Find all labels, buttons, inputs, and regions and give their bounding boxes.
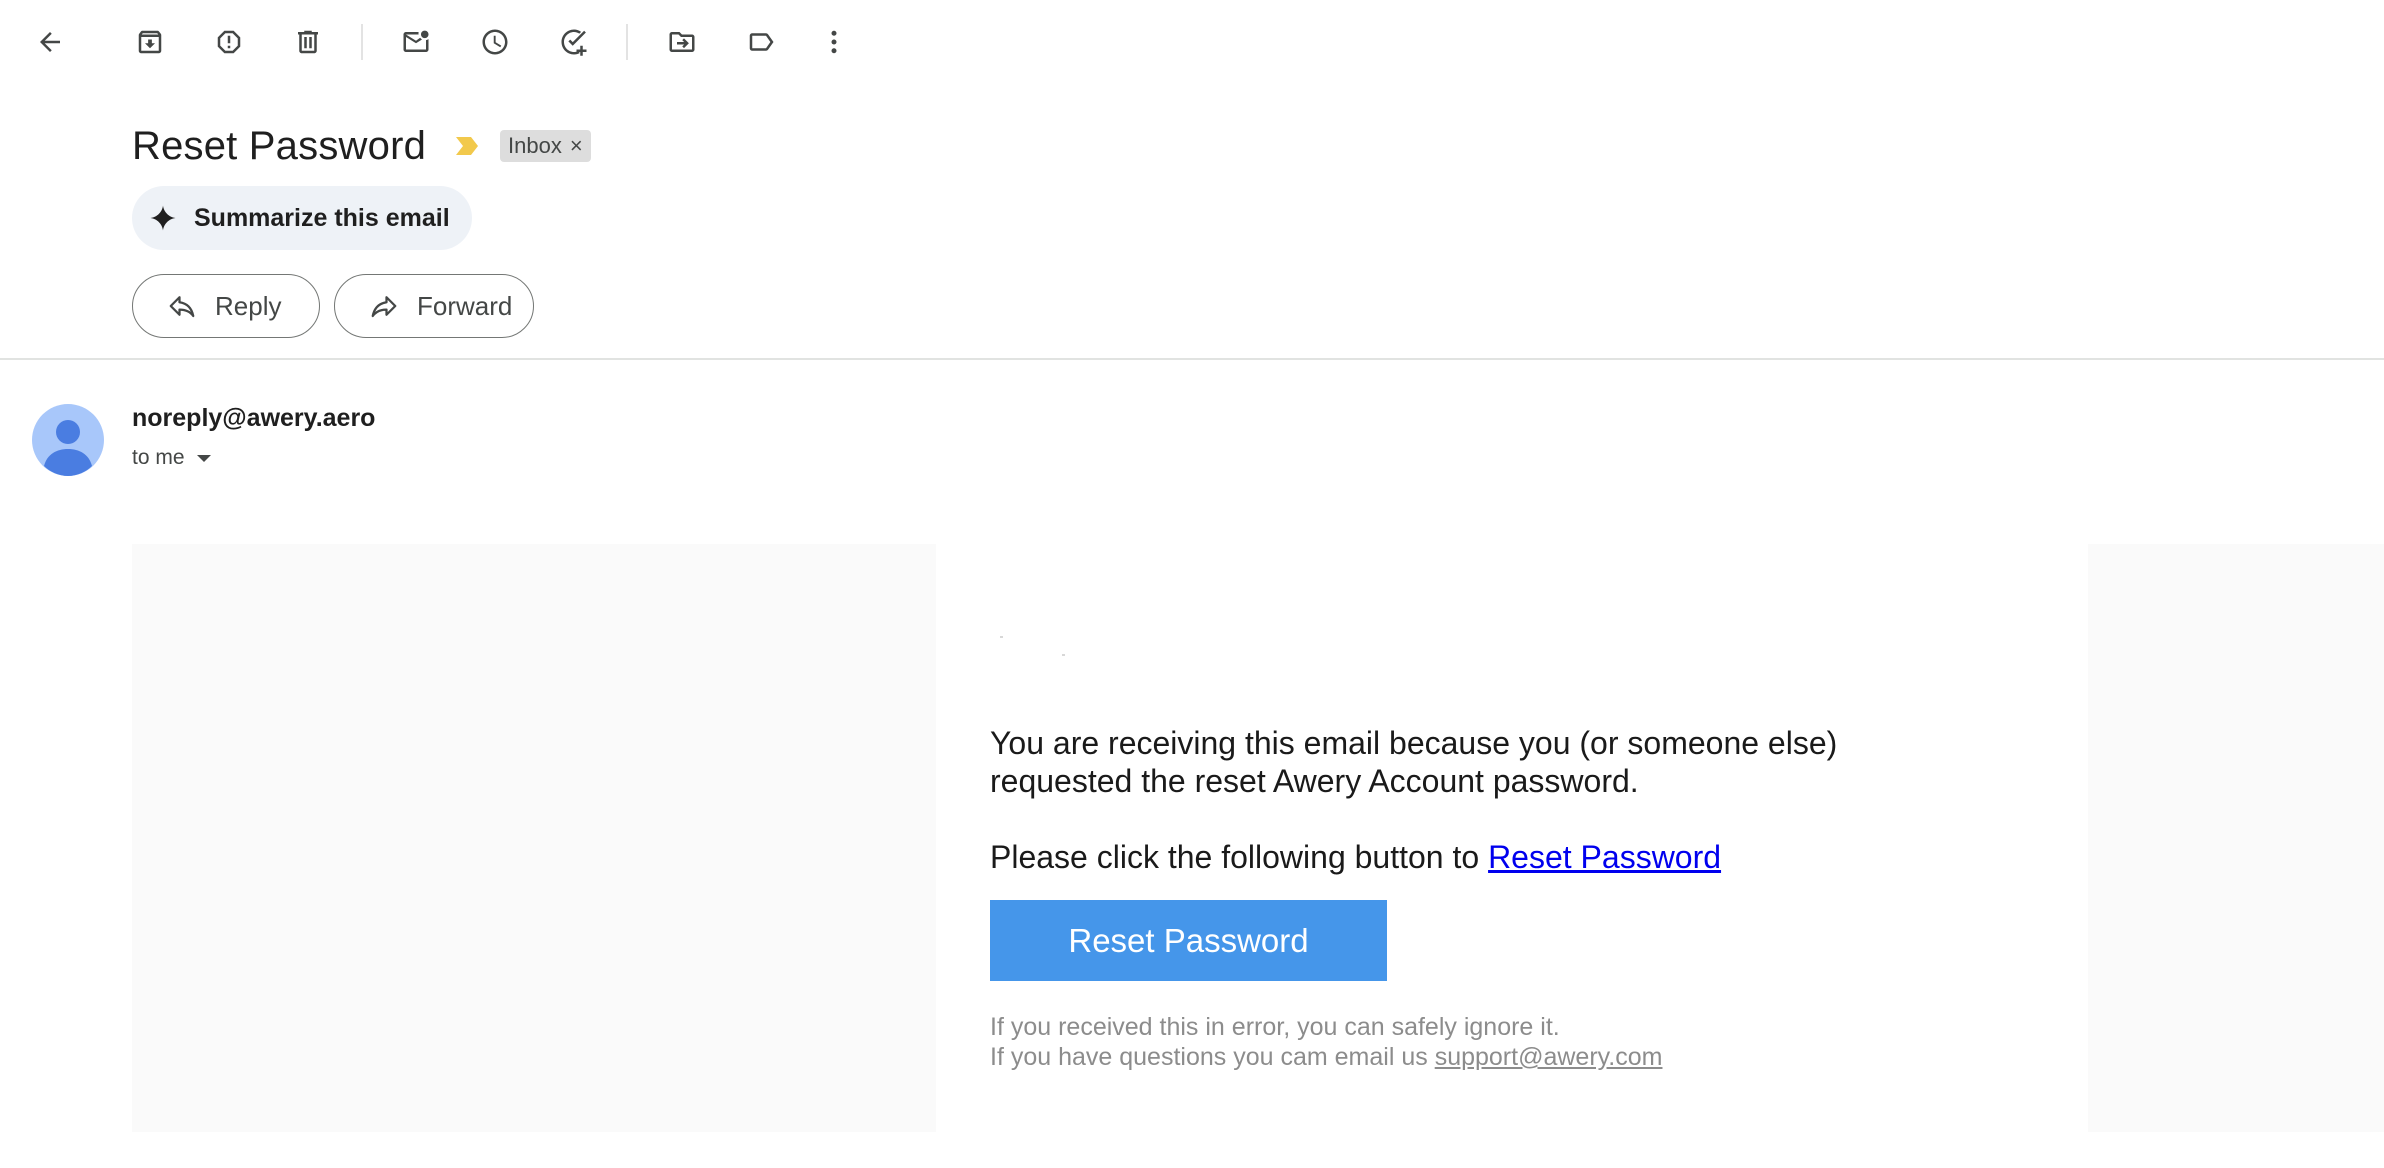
body-line: You are receiving this email because you… — [990, 725, 1838, 761]
faint-pixel — [1000, 636, 1003, 638]
recipient-label: to me — [132, 446, 185, 469]
report-spam-button[interactable] — [203, 16, 255, 68]
email-footer-note: If you received this in error, you can s… — [990, 1012, 1662, 1072]
message-toolbar — [0, 0, 2384, 84]
email-body-text: You are receiving this email because you… — [990, 724, 1890, 876]
reply-icon — [169, 296, 195, 318]
move-to-button[interactable] — [656, 16, 708, 68]
support-email-link[interactable]: support@awery.com — [1435, 1043, 1663, 1071]
email-body-side-panel — [132, 544, 936, 1132]
label-chip-inbox: Inbox × — [500, 130, 591, 162]
sender-address[interactable]: noreply@awery.aero — [132, 404, 375, 433]
body-paragraph-2: Please click the following button to Res… — [990, 838, 1890, 876]
faint-pixel — [1062, 654, 1065, 656]
archive-button[interactable] — [124, 16, 176, 68]
trash-icon — [298, 30, 318, 54]
forward-icon — [371, 296, 397, 318]
move-to-folder-icon — [669, 32, 695, 52]
email-view: Reset Password Inbox × Summarize this em… — [0, 0, 2384, 1168]
footer-text: If you have questions you cam email us — [990, 1043, 1435, 1071]
back-arrow-icon — [40, 32, 60, 52]
label-icon — [749, 33, 774, 51]
report-spam-icon — [217, 30, 241, 54]
toolbar-divider — [626, 24, 628, 60]
remove-label-button[interactable]: × — [570, 133, 583, 159]
add-task-icon — [561, 29, 587, 56]
delete-button[interactable] — [282, 16, 334, 68]
toolbar-divider — [361, 24, 363, 60]
mark-unread-button[interactable] — [390, 16, 442, 68]
summarize-label: Summarize this email — [194, 203, 450, 232]
label-chip-text: Inbox — [508, 133, 562, 158]
header-divider — [0, 358, 2384, 360]
body-line: requested the reset Awery Account passwo… — [990, 763, 1639, 799]
back-button[interactable] — [24, 16, 76, 68]
mark-unread-icon — [403, 30, 429, 52]
forward-label: Forward — [417, 290, 513, 321]
reset-password-link[interactable]: Reset Password — [1488, 839, 1721, 875]
reply-button[interactable]: Reply — [132, 274, 320, 338]
reset-password-button[interactable]: Reset Password — [990, 900, 1387, 981]
summarize-email-button[interactable]: Summarize this email — [132, 186, 472, 250]
add-task-button[interactable] — [548, 16, 600, 68]
archive-icon — [138, 30, 162, 54]
email-body-side-panel — [2088, 544, 2384, 1132]
snooze-clock-icon — [482, 29, 508, 55]
more-options-button[interactable] — [808, 16, 860, 68]
body-line: Please click the following button to — [990, 839, 1489, 875]
importance-marker-icon[interactable] — [452, 134, 482, 158]
more-vert-icon — [831, 30, 837, 54]
caret-down-icon — [196, 454, 211, 462]
footer-line: If you received this in error, you can s… — [990, 1013, 1560, 1041]
forward-button[interactable]: Forward — [334, 274, 534, 338]
email-subject: Reset Password — [132, 123, 427, 168]
recipient-details-toggle[interactable]: to me — [132, 446, 211, 470]
subject-row: Reset Password Inbox × — [132, 118, 591, 174]
reply-label: Reply — [215, 290, 282, 321]
sender-avatar[interactable] — [32, 404, 104, 476]
body-paragraph-1: You are receiving this email because you… — [990, 724, 1890, 800]
snooze-button[interactable] — [469, 16, 521, 68]
sparkle-icon — [150, 205, 176, 231]
footer-line-2: If you have questions you cam email us s… — [990, 1042, 1662, 1072]
labels-button[interactable] — [735, 16, 787, 68]
